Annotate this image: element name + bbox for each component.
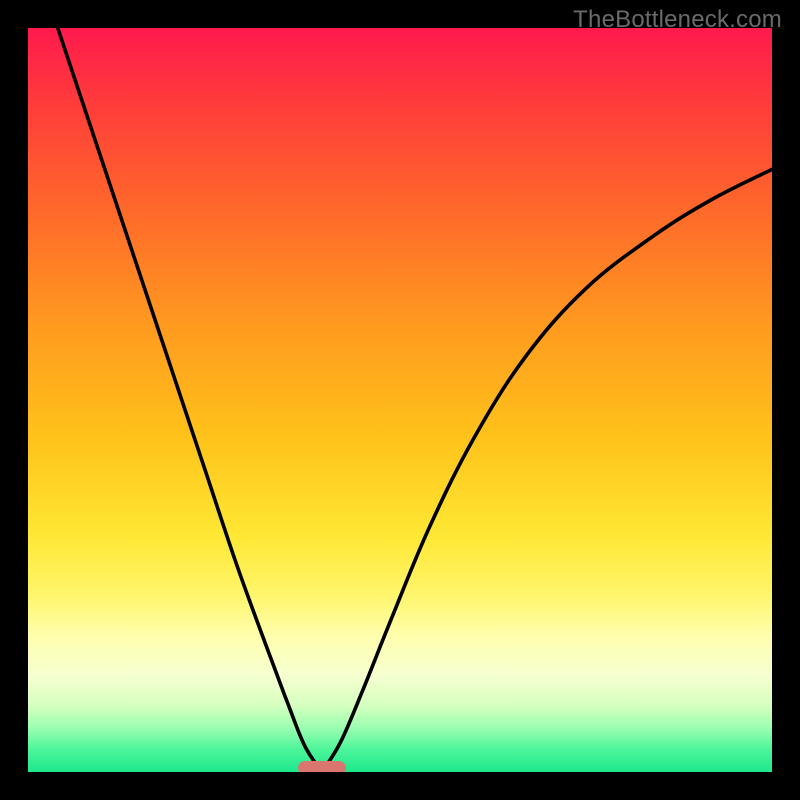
plot-area	[28, 28, 772, 772]
chart-frame: TheBottleneck.com	[0, 0, 800, 800]
optimal-marker	[298, 761, 346, 772]
curve-left-branch	[58, 28, 322, 772]
bottleneck-curve	[28, 28, 772, 772]
curve-right-branch	[322, 169, 772, 772]
watermark-text: TheBottleneck.com	[573, 6, 782, 34]
